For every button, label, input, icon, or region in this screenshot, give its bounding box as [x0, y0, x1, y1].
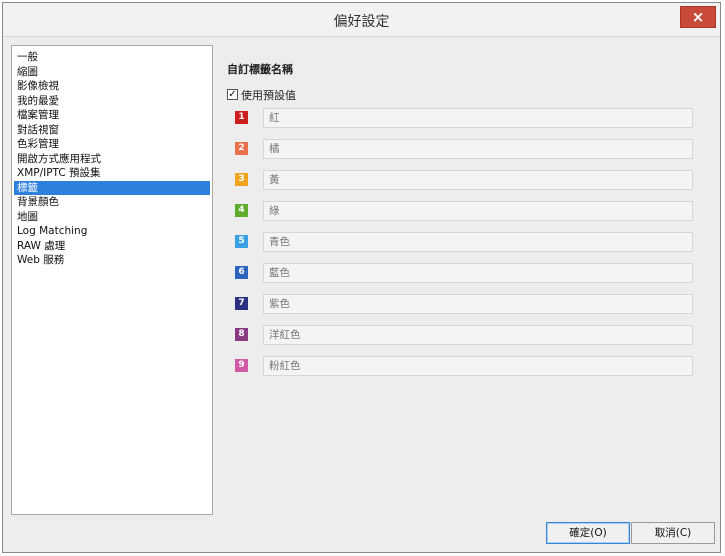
label-row: 5 青色 — [223, 232, 713, 254]
sidebar-item[interactable]: XMP/IPTC 預設集 — [14, 166, 210, 181]
use-default-label: 使用預設值 — [241, 88, 296, 102]
sidebar-item[interactable]: 背景顏色 — [14, 195, 210, 210]
label-number-icon: 2 — [235, 142, 248, 155]
sidebar-item[interactable]: Log Matching — [14, 224, 210, 239]
sidebar-item[interactable]: 一般 — [14, 50, 210, 65]
label-settings-panel: 自訂標籤名稱 ✓ 使用預設值 1 紅 2 橘 3 黃 4 綠 5 青色 6 藍色 7 紫色 8 洋紅色 9 粉紅色 — [223, 45, 713, 515]
label-row: 6 藍色 — [223, 263, 713, 285]
sidebar-item[interactable]: RAW 處理 — [14, 239, 210, 254]
sidebar-item[interactable]: 地圖 — [14, 210, 210, 225]
label-number-icon: 3 — [235, 173, 248, 186]
label-row: 3黃 — [223, 170, 713, 192]
category-list: 一般 縮圖 影像檢視 我的最愛 檔案管理 對話視窗 色彩管理 開啟方式應用程式 XMP/IPTC… — [11, 45, 213, 515]
sidebar-item[interactable]: 我的最愛 — [14, 94, 210, 109]
sidebar-item[interactable]: 標籤 — [14, 180, 210, 195]
label-name-input[interactable]: 洋紅色 — [263, 325, 693, 345]
sidebar-item[interactable]: 縮圖 — [14, 65, 210, 80]
label-number-icon: 8 — [235, 328, 248, 341]
label-row: 1紅 — [223, 108, 713, 130]
label-number-icon: 1 — [235, 111, 248, 124]
label-number-icon: 4 — [235, 204, 248, 217]
sidebar-item[interactable]: 影像檢視 — [14, 79, 210, 94]
label-row: 8 洋紅色 — [223, 325, 713, 347]
label-row: 4綠 — [223, 201, 713, 223]
close-button[interactable]: × — [680, 6, 716, 28]
label-name-input[interactable]: 青色 — [263, 232, 693, 252]
label-name-input[interactable]: 黃 — [263, 170, 693, 190]
label-name-input[interactable]: 綠 — [263, 201, 693, 221]
section-title: 自訂標籤名稱 — [227, 63, 293, 76]
ok-button[interactable]: 確定(O) — [546, 522, 630, 544]
label-row: 9 粉紅色 — [223, 356, 713, 378]
label-number-icon: 5 — [235, 235, 248, 248]
label-name-input[interactable]: 藍色 — [263, 263, 693, 283]
preferences-dialog: 偏好設定 × 一般 縮圖 影像檢視 我的最愛 檔案管理 對話視窗 色彩管理 開啟方式應用程式 X… — [2, 2, 721, 553]
label-number-icon: 7 — [235, 297, 248, 310]
label-number-icon: 6 — [235, 266, 248, 279]
title-bar: 偏好設定 × — [3, 3, 720, 37]
sidebar-item[interactable]: Web 服務 — [14, 253, 210, 268]
label-name-input[interactable]: 粉紅色 — [263, 356, 693, 376]
sidebar-item[interactable]: 色彩管理 — [14, 137, 210, 152]
label-name-input[interactable]: 紫色 — [263, 294, 693, 314]
cancel-button[interactable]: 取消(C) — [631, 522, 715, 544]
label-number-icon: 9 — [235, 359, 248, 372]
label-row: 2橘 — [223, 139, 713, 161]
sidebar-item[interactable]: 對話視窗 — [14, 123, 210, 138]
sidebar-item[interactable]: 開啟方式應用程式 — [14, 152, 210, 167]
dialog-title: 偏好設定 — [333, 14, 390, 30]
label-name-input[interactable]: 紅 — [263, 108, 693, 128]
use-default-checkbox[interactable]: ✓ — [227, 89, 238, 100]
label-name-input[interactable]: 橘 — [263, 139, 693, 159]
use-default-checkbox-row[interactable]: ✓ 使用預設值 — [227, 87, 296, 102]
sidebar-item[interactable]: 檔案管理 — [14, 108, 210, 123]
label-row: 7 紫色 — [223, 294, 713, 316]
